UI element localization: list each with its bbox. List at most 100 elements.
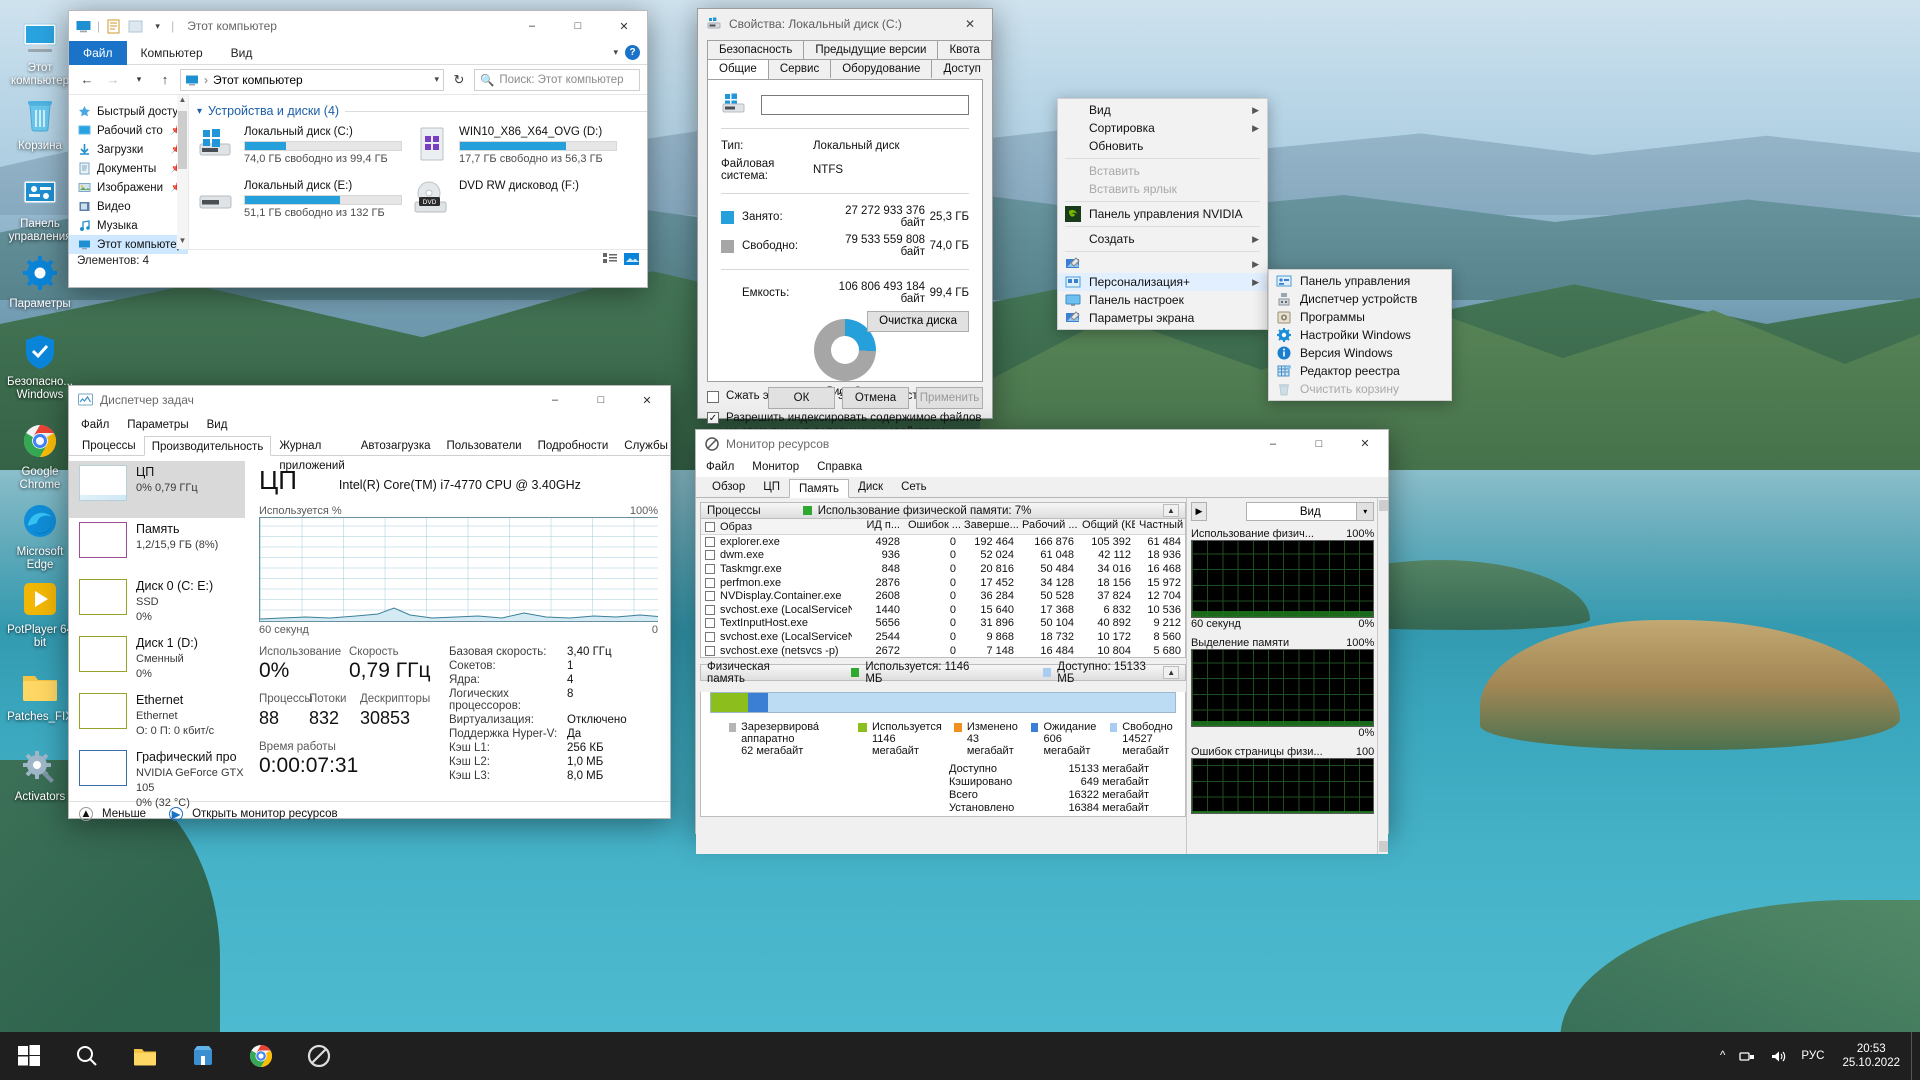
drive-item[interactable]: Локальный диск (E:) 51,1 ГБ свободно из … bbox=[197, 180, 412, 229]
task-manager-window[interactable]: Диспетчер задач – □ ✕ Файл Параметры Вид… bbox=[68, 385, 671, 819]
taskbar[interactable]: ^ РУС 20:53 25.10.2022 bbox=[0, 1032, 1920, 1080]
tab-details[interactable]: Подробности bbox=[530, 435, 617, 455]
file-explorer-window[interactable]: | ▾ | Этот компьютер – □ ✕ Файл Компьюте… bbox=[68, 10, 648, 288]
submenu-item-windows-version[interactable]: Версия Windows bbox=[1269, 344, 1451, 362]
tab-sharing[interactable]: Доступ bbox=[931, 59, 992, 78]
up-button[interactable]: ↑ bbox=[154, 69, 176, 91]
minimize-button[interactable]: – bbox=[1250, 428, 1296, 459]
resource-card-disk1[interactable]: Диск 1 (D:) Сменный 0% bbox=[69, 632, 245, 689]
ribbon-tab-file[interactable]: Файл bbox=[69, 41, 127, 65]
tab-overview[interactable]: Обзор bbox=[703, 478, 754, 497]
row-checkbox[interactable] bbox=[705, 591, 715, 601]
properties-tabs-row1[interactable]: Безопасность Предыдущие версии Квота bbox=[698, 40, 992, 59]
tab-quota[interactable]: Квота bbox=[937, 40, 991, 59]
search-button[interactable] bbox=[58, 1032, 116, 1080]
help-icon[interactable]: ? bbox=[625, 45, 640, 60]
explorer-content[interactable]: ▾ Устройства и диски (4) Локальный диск … bbox=[189, 95, 647, 249]
explorer-ribbon[interactable]: Файл Компьютер Вид ▾ ? bbox=[69, 41, 647, 65]
tab-disk[interactable]: Диск bbox=[849, 478, 892, 497]
row-checkbox[interactable] bbox=[705, 632, 715, 642]
open-resource-monitor-link[interactable]: Открыть монитор ресурсов bbox=[192, 808, 338, 820]
desktop-context-menu[interactable]: Вид▶ Сортировка▶ Обновить Вставить Встав… bbox=[1057, 98, 1268, 330]
tab-startup[interactable]: Автозагрузка bbox=[353, 435, 439, 455]
col-shareable[interactable]: Общий (КБ) bbox=[1078, 519, 1135, 534]
menu-options[interactable]: Параметры bbox=[127, 419, 188, 431]
taskmgr-menubar[interactable]: Файл Параметры Вид bbox=[69, 414, 670, 435]
maximize-button[interactable]: □ bbox=[578, 385, 624, 416]
resource-card-memory[interactable]: Память 1,2/15,9 ГБ (8%) bbox=[69, 518, 245, 575]
explorer-window-buttons[interactable]: – □ ✕ bbox=[509, 11, 647, 42]
col-faults[interactable]: Ошибок ... bbox=[904, 519, 960, 534]
desktop-icon-windows-security[interactable]: Безопасно... Windows bbox=[2, 330, 78, 402]
menu-item-new[interactable]: Создать▶ bbox=[1058, 230, 1267, 248]
menu-help[interactable]: Справка bbox=[817, 461, 862, 473]
minimize-button[interactable]: – bbox=[532, 385, 578, 416]
row-checkbox[interactable] bbox=[705, 564, 715, 574]
nav-item-downloads[interactable]: Загрузки📌 bbox=[69, 140, 188, 159]
tab-services[interactable]: Службы bbox=[616, 435, 676, 455]
tab-tools[interactable]: Сервис bbox=[768, 59, 831, 78]
properties-titlebar[interactable]: Свойства: Локальный диск (С:) ✕ bbox=[698, 9, 992, 38]
desktop-icon-control-panel[interactable]: Панель управления bbox=[2, 172, 78, 244]
properties-tabs-row2[interactable]: Общие Сервис Оборудование Доступ bbox=[698, 59, 992, 79]
resmon-tabs[interactable]: Обзор ЦП Память Диск Сеть bbox=[696, 477, 1388, 498]
nav-item-pictures[interactable]: Изображени📌 bbox=[69, 178, 188, 197]
table-row[interactable]: svchost.exe (LocalServiceNet...1440015 6… bbox=[701, 603, 1185, 617]
resmon-scrollbar[interactable] bbox=[1377, 498, 1388, 854]
submenu-item-programs[interactable]: Программы bbox=[1269, 308, 1451, 326]
tab-performance[interactable]: Производительность bbox=[144, 436, 272, 456]
navigation-pane[interactable]: Быстрый доступ Рабочий сто📌 Загрузки📌 До… bbox=[69, 95, 189, 249]
resmon-menubar[interactable]: Файл Монитор Справка bbox=[696, 457, 1388, 477]
row-checkbox[interactable] bbox=[705, 550, 715, 560]
menu-item-sort[interactable]: Сортировка▶ bbox=[1058, 119, 1267, 137]
maximize-button[interactable]: □ bbox=[1296, 428, 1342, 459]
desktop-icon-patches-fix[interactable]: Patches_FIX bbox=[2, 665, 78, 724]
menu-item-refresh[interactable]: Обновить bbox=[1058, 137, 1267, 155]
volume-label-input[interactable] bbox=[761, 95, 969, 115]
submenu-item-windows-settings[interactable]: Настройки Windows bbox=[1269, 326, 1451, 344]
address-dropdown-icon[interactable]: ▾ bbox=[434, 74, 439, 85]
clock[interactable]: 20:53 25.10.2022 bbox=[1831, 1042, 1911, 1070]
taskbar-file-explorer[interactable] bbox=[116, 1032, 174, 1080]
menu-monitor[interactable]: Монитор bbox=[752, 461, 799, 473]
taskmgr-titlebar[interactable]: Диспетчер задач – □ ✕ bbox=[69, 386, 670, 414]
submenu-item-empty-recycle-bin[interactable]: Очистить корзину bbox=[1269, 380, 1451, 398]
chevron-down-icon[interactable]: ▾ bbox=[1356, 503, 1373, 520]
menu-item-nvidia-control-panel[interactable]: Панель управления NVIDIA bbox=[1058, 205, 1267, 223]
search-input[interactable]: 🔍 Поиск: Этот компьютер bbox=[474, 69, 640, 91]
taskbar-chrome[interactable] bbox=[232, 1032, 290, 1080]
view-selector[interactable]: Вид ▾ bbox=[1246, 502, 1374, 521]
ok-button[interactable]: ОК bbox=[768, 387, 835, 409]
desktop-icon-this-pc[interactable]: Этот компьютер bbox=[2, 16, 78, 88]
col-private[interactable]: Частный (... bbox=[1135, 519, 1185, 534]
dropdown-icon[interactable]: ▾ bbox=[149, 18, 166, 35]
table-row[interactable]: svchost.exe (netsvcs -p)267207 14816 484… bbox=[701, 644, 1185, 658]
tab-processes[interactable]: Процессы bbox=[74, 435, 144, 455]
table-row[interactable]: explorer.exe49280192 464166 876105 39261… bbox=[701, 535, 1185, 549]
resource-card-gpu[interactable]: Графический про NVIDIA GeForce GTX 105 0… bbox=[69, 746, 245, 803]
scroll-up-icon[interactable]: ▲ bbox=[177, 95, 188, 108]
tab-previous-versions[interactable]: Предыдущие версии bbox=[803, 40, 938, 59]
desktop-icon-edge[interactable]: Microsoft Edge bbox=[2, 500, 78, 572]
minimize-button[interactable]: – bbox=[509, 11, 555, 42]
fewer-details-icon[interactable]: ▲ bbox=[79, 807, 93, 821]
nav-scrollbar[interactable]: ▲ ▼ bbox=[177, 95, 188, 249]
disk-properties-dialog[interactable]: Свойства: Локальный диск (С:) ✕ Безопасн… bbox=[697, 8, 993, 419]
menu-file[interactable]: Файл bbox=[706, 461, 734, 473]
row-checkbox[interactable] bbox=[705, 618, 715, 628]
menu-item-settings-panel[interactable]: Персонализация+▶ bbox=[1058, 273, 1267, 291]
row-checkbox[interactable] bbox=[705, 646, 715, 656]
resmon-titlebar[interactable]: Монитор ресурсов – □ ✕ bbox=[696, 430, 1388, 457]
tab-security[interactable]: Безопасность bbox=[707, 40, 804, 59]
close-button[interactable]: ✕ bbox=[601, 11, 647, 42]
show-desktop-button[interactable] bbox=[1911, 1032, 1920, 1080]
drive-item[interactable]: DVD DVD RW дисковод (F:) bbox=[412, 180, 627, 229]
col-pid[interactable]: ИД п... bbox=[852, 519, 904, 534]
processes-section-header[interactable]: Процессы Использование физической памяти… bbox=[700, 502, 1186, 519]
table-row[interactable]: TextInputHost.exe5656031 89650 10440 892… bbox=[701, 617, 1185, 631]
resource-card-cpu[interactable]: ЦП 0% 0,79 ГГц bbox=[69, 461, 245, 518]
row-checkbox[interactable] bbox=[705, 605, 715, 615]
language-indicator[interactable]: РУС bbox=[1794, 1050, 1831, 1062]
scroll-down-icon[interactable]: ▼ bbox=[177, 236, 188, 249]
taskmgr-tabs[interactable]: Процессы Производительность Журнал прило… bbox=[69, 435, 670, 456]
